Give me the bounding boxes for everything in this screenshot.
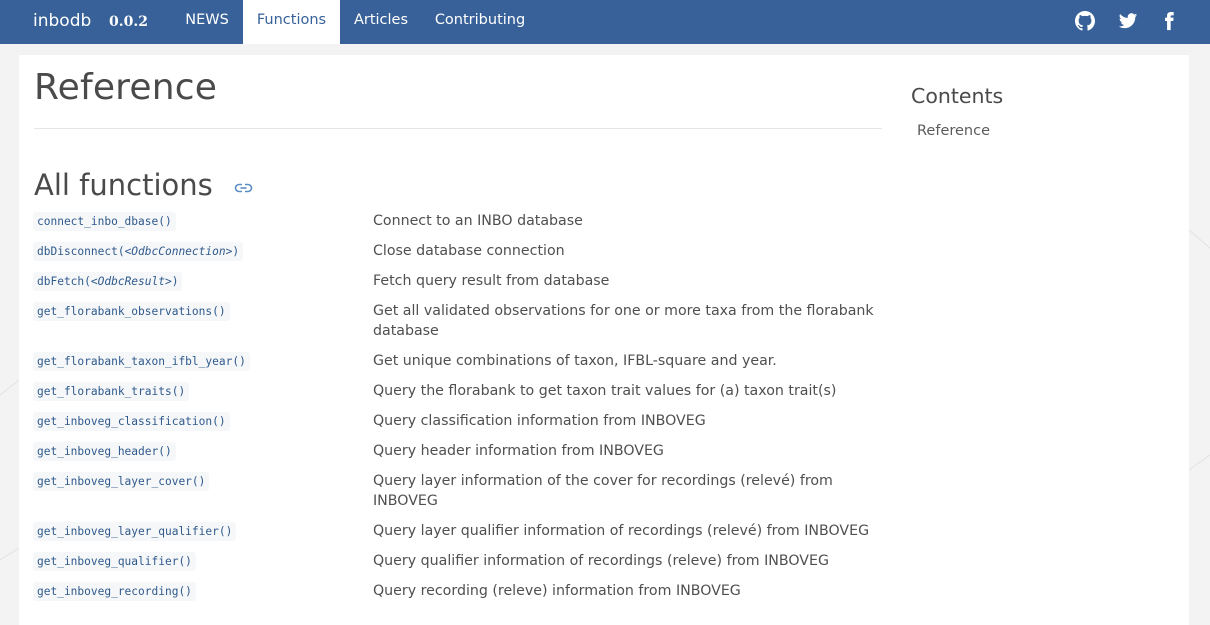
function-description: Query classification information from IN… — [373, 413, 706, 429]
page-title: Reference — [34, 67, 218, 108]
brand-name[interactable]: inbodb — [33, 0, 91, 44]
title-divider — [34, 128, 882, 129]
function-link[interactable]: get_inboveg_layer_cover() — [33, 472, 210, 491]
function-link[interactable]: dbFetch(<OdbcResult>) — [33, 272, 183, 291]
function-description: Query qualifier information of recording… — [373, 553, 829, 569]
toc-link-reference[interactable]: Reference — [917, 123, 990, 139]
function-description: Close database connection — [373, 243, 565, 259]
function-link[interactable]: connect_inbo_dbase() — [33, 212, 176, 231]
twitter-icon[interactable] — [1118, 11, 1138, 31]
function-link[interactable]: get_inboveg_classification() — [33, 412, 230, 431]
nav-item-contributing[interactable]: Contributing — [427, 0, 533, 44]
function-description: Query the florabank to get taxon trait v… — [373, 383, 837, 399]
function-link[interactable]: get_inboveg_layer_qualifier() — [33, 522, 237, 541]
version-label: 0.0.2 — [109, 14, 148, 30]
facebook-icon[interactable] — [1159, 11, 1179, 31]
function-link[interactable]: get_florabank_traits() — [33, 382, 190, 401]
function-link[interactable]: get_inboveg_header() — [33, 442, 176, 461]
function-description: Query layer qualifier information of rec… — [373, 523, 870, 539]
nav-item-articles[interactable]: Articles — [345, 0, 417, 44]
function-link[interactable]: get_inboveg_recording() — [33, 582, 196, 601]
function-link[interactable]: get_florabank_observations() — [33, 302, 230, 321]
function-link[interactable]: get_florabank_taxon_ifbl_year() — [33, 352, 250, 371]
function-description: Connect to an INBO database — [373, 213, 583, 229]
content-card: Reference All functions connect_inbo_dba… — [19, 55, 1189, 625]
function-description: Query header information from INBOVEG — [373, 443, 664, 459]
toc-title: Contents — [911, 84, 1004, 108]
function-description: Get unique combinations of taxon, IFBL-s… — [373, 353, 777, 369]
function-description: Query layer information of the cover for… — [373, 473, 833, 509]
function-link[interactable]: dbDisconnect(<OdbcConnection>) — [33, 242, 244, 261]
link-icon[interactable] — [233, 179, 255, 195]
section-title-all-functions: All functions — [34, 168, 213, 202]
function-link[interactable]: get_inboveg_qualifier() — [33, 552, 196, 571]
function-description: Get all validated observations for one o… — [373, 303, 874, 339]
github-icon[interactable] — [1075, 11, 1095, 31]
top-navbar: inbodb 0.0.2 NEWS Functions Articles Con… — [0, 0, 1210, 44]
function-description: Fetch query result from database — [373, 273, 610, 289]
nav-item-functions[interactable]: Functions — [243, 0, 340, 44]
function-description: Query recording (releve) information fro… — [373, 583, 741, 599]
nav-item-news[interactable]: NEWS — [176, 0, 238, 44]
